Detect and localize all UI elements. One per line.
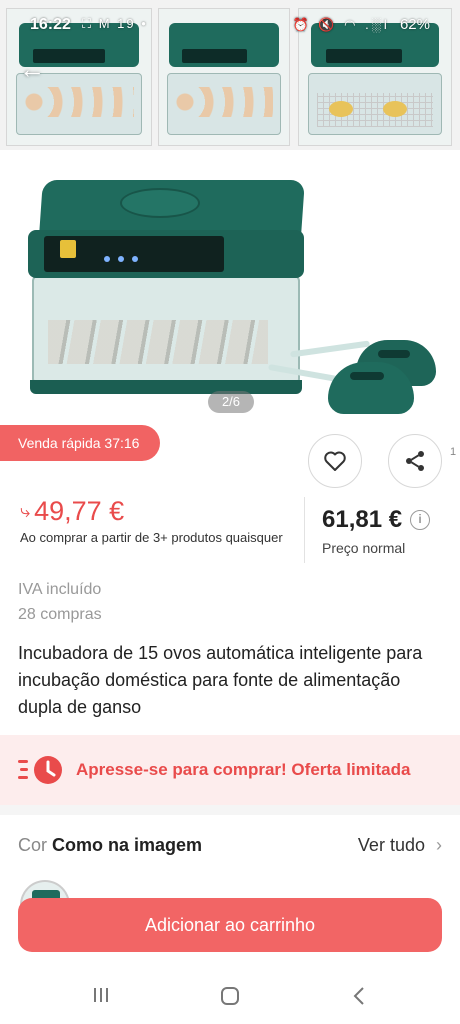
thumb-eggs [174, 87, 274, 117]
hurry-clock-icon [18, 756, 62, 784]
limited-offer-banner: Apresse-se para comprar! Oferta limitada [0, 735, 460, 805]
see-all-link[interactable]: Ver tudo › [358, 835, 442, 856]
wishlist-button[interactable] [308, 434, 362, 488]
color-selector[interactable]: Cor Como na imagem Ver tudo › [18, 835, 442, 859]
color-value: Como na imagem [52, 835, 203, 855]
normal-price-value: 61,81 € [322, 506, 403, 533]
sale-price: ⤷ 49,77 € [20, 496, 124, 527]
display-light [132, 256, 138, 262]
normal-price: 61,81 € i [322, 506, 431, 534]
incubator-base [30, 380, 302, 394]
sale-price-value: 49,77 € [34, 496, 125, 526]
incubator-logo [60, 240, 76, 258]
see-all-label: Ver tudo [357, 835, 425, 855]
normal-price-label: Preço normal [322, 540, 406, 556]
flash-sale-tag: Venda rápida 37:16 [0, 425, 160, 461]
water-tube [289, 340, 371, 358]
incubator-lid-dome [120, 188, 200, 218]
egg-rollers [48, 320, 268, 364]
side-number: 1 [450, 446, 457, 458]
sale-price-note: Ao comprar a partir de 3+ produtos quais… [20, 530, 283, 545]
vat-included: IVA incluído [18, 581, 102, 598]
thumb-chick [329, 101, 353, 117]
display-light [104, 256, 110, 262]
image-counter: 2/6 [208, 391, 254, 413]
add-to-cart-button[interactable]: Adicionar ao carrinho [18, 898, 442, 952]
thumb-chick [383, 101, 407, 117]
limited-offer-text: Apresse-se para comprar! Oferta limitada [76, 760, 411, 779]
system-navigation-bar [0, 970, 460, 1024]
thumb-control-panel [326, 49, 403, 63]
thumb-eggs [24, 87, 134, 117]
price-divider [304, 497, 305, 563]
water-pump [328, 362, 414, 414]
lightning-icon: ⤷ [20, 501, 31, 521]
chevron-right-icon: › [436, 835, 442, 855]
heart-icon [324, 451, 346, 471]
home-icon[interactable] [215, 986, 245, 1010]
thumb-control-panel [182, 49, 248, 63]
status-system-icons: ⏰ 🔇 ◠ .░l [292, 17, 390, 32]
battery-level: 62% [399, 16, 430, 33]
share-icon [406, 451, 424, 471]
info-icon[interactable]: i [410, 510, 431, 530]
product-image[interactable]: 2/6 [0, 150, 460, 425]
display-light [118, 256, 124, 262]
purchase-count: 28 compras [18, 606, 102, 623]
product-title: Incubadora de 15 ovos automática intelig… [18, 643, 423, 717]
back-arrow-icon[interactable]: ← [14, 54, 50, 84]
status-notification-icons: ⛶ M 19 • [82, 16, 148, 31]
status-bar: 16:22 ⛶ M 19 • ⏰ 🔇 ◠ .░l 62% [0, 14, 460, 40]
color-label: Cor [18, 835, 48, 855]
share-button[interactable] [388, 434, 442, 488]
recent-apps-icon[interactable] [86, 986, 116, 1010]
status-right: ⏰ 🔇 ◠ .░l 62% [293, 16, 430, 33]
nav-back-icon[interactable] [344, 986, 374, 1010]
status-time: 16:22 [30, 16, 71, 33]
section-divider [0, 805, 460, 815]
